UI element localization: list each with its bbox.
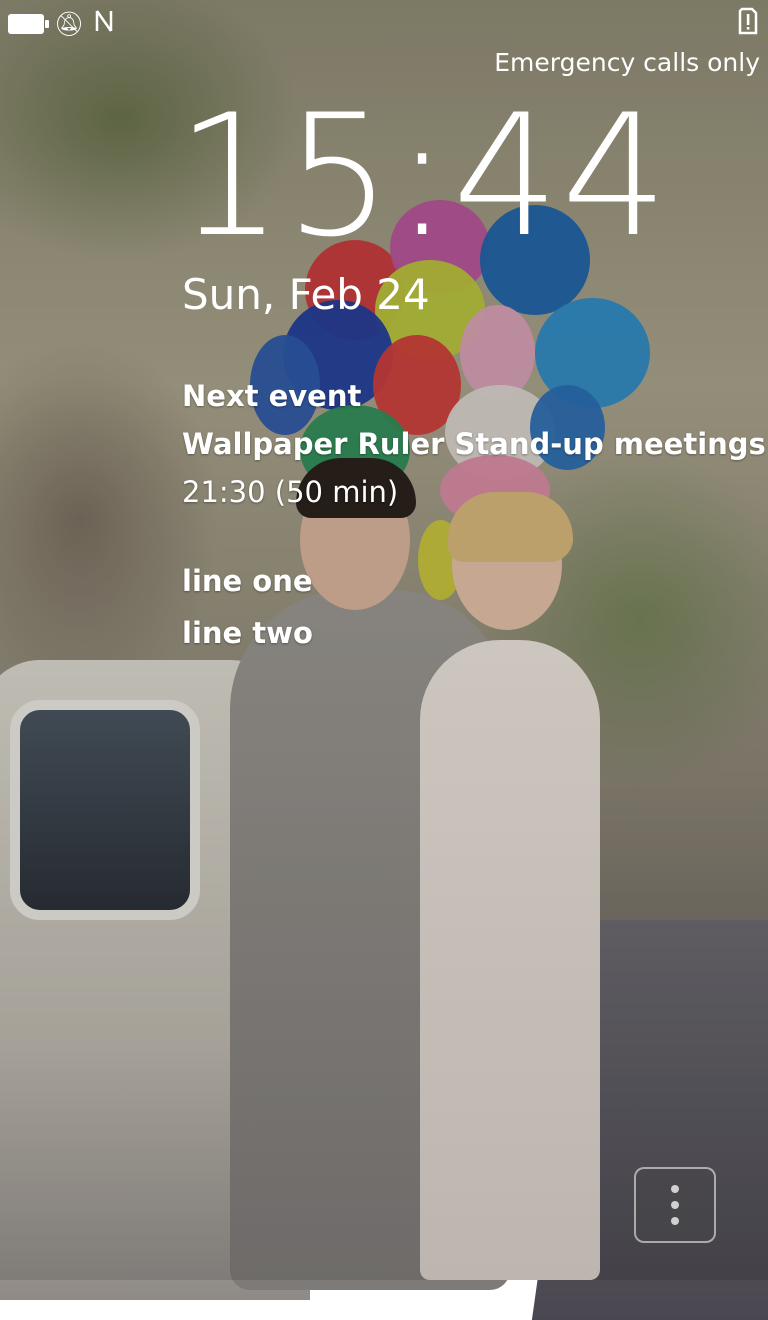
battery-icon xyxy=(8,13,49,34)
lockscreen-date: Sun, Feb 24 xyxy=(182,270,430,319)
extra-line-two: line two xyxy=(182,616,313,650)
emergency-calls-text: Emergency calls only xyxy=(494,48,760,77)
custom-text-widget: line one line two xyxy=(182,555,313,659)
status-bar: 🔕︎ xyxy=(0,0,768,44)
overflow-menu-icon xyxy=(671,1185,679,1193)
extra-line-one: line one xyxy=(182,564,313,598)
overflow-menu-icon xyxy=(671,1217,679,1225)
next-event-widget[interactable]: Next event Wallpaper Ruler Stand-up meet… xyxy=(182,372,766,516)
status-icons-right xyxy=(738,6,758,40)
lockscreen-clock: 15:44 xyxy=(176,78,671,274)
event-title: Wallpaper Ruler Stand-up meetings xyxy=(182,427,766,461)
nfc-icon xyxy=(94,8,114,39)
event-time: 21:30 (50 min) xyxy=(182,475,399,509)
overflow-menu-button[interactable] xyxy=(634,1167,716,1243)
sim-alert-icon xyxy=(738,7,758,40)
event-header: Next event xyxy=(182,379,362,413)
overflow-menu-icon xyxy=(671,1201,679,1209)
bell-muted-icon: 🔕︎ xyxy=(54,9,85,38)
status-icons-left: 🔕︎ xyxy=(8,8,114,39)
